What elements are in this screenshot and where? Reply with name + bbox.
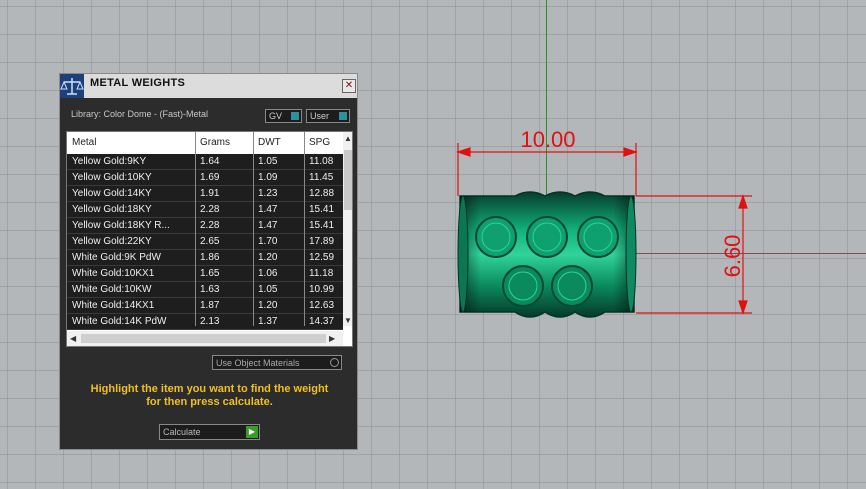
calculate-button[interactable]: Calculate ▶: [159, 424, 260, 440]
cell-spg: 11.45: [309, 172, 334, 183]
user-label: User: [310, 111, 330, 121]
width-dimension-text: 10.00: [520, 127, 575, 152]
cell-dwt: 1.06: [258, 268, 278, 279]
cell-grams: 1.91: [200, 188, 220, 199]
cell-spg: 15.41: [309, 220, 335, 231]
cell-spg: 11.08: [309, 156, 334, 167]
cell-dwt: 1.05: [258, 156, 278, 167]
column-header-spg[interactable]: SPG: [309, 137, 330, 148]
table-header: Metal Grams DWT SPG: [67, 132, 343, 155]
table-row[interactable]: Yellow Gold:18KY R... 2.28 1.47 15.41: [67, 218, 343, 234]
gv-label: GV: [269, 111, 283, 121]
column-header-metal[interactable]: Metal: [72, 137, 96, 148]
vertical-scrollbar[interactable]: ▲ ▼: [343, 132, 352, 326]
table-row[interactable]: Yellow Gold:9KY 1.64 1.05 11.08: [67, 154, 343, 170]
user-toggle[interactable]: User: [306, 109, 350, 123]
table-row[interactable]: White Gold:9K PdW 1.86 1.20 12.59: [67, 250, 343, 266]
metal-weights-panel: METAL WEIGHTS ✕ Library: Color Dome - (F…: [59, 73, 358, 450]
vertical-scroll-thumb[interactable]: [344, 150, 352, 210]
cell-metal: Yellow Gold:9KY: [72, 156, 147, 167]
column-header-dwt[interactable]: DWT: [258, 137, 281, 148]
cell-grams: 1.64: [200, 156, 220, 167]
cell-dwt: 1.20: [258, 300, 278, 311]
table-rows: Yellow Gold:9KY 1.64 1.05 11.08 Yellow Gold:…: [67, 154, 343, 330]
cell-grams: 2.13: [200, 316, 220, 327]
table-row[interactable]: Yellow Gold:14KY 1.91 1.23 12.88: [67, 186, 343, 202]
cell-spg: 17.89: [309, 236, 335, 247]
metal-scale-icon: [60, 74, 84, 98]
table-row[interactable]: White Gold:10KW 1.63 1.05 10.99: [67, 282, 343, 298]
instruction-line-1: Highlight the item you want to find the …: [90, 383, 329, 395]
height-dimension-text: 6.60: [720, 235, 745, 278]
radio-icon[interactable]: [330, 358, 339, 367]
table-row[interactable]: White Gold:14K PdW 2.13 1.37 14.37: [67, 314, 343, 330]
cell-metal: White Gold:14KX1: [72, 300, 155, 311]
cell-metal: Yellow Gold:18KY R...: [72, 220, 170, 231]
cell-metal: White Gold:10KX1: [72, 268, 155, 279]
panel-title: METAL WEIGHTS: [90, 77, 186, 89]
cell-dwt: 1.20: [258, 252, 278, 263]
column-header-grams[interactable]: Grams: [200, 137, 230, 148]
user-toggle-knob: [339, 112, 347, 120]
close-icon[interactable]: ✕: [342, 79, 356, 93]
arrow-left-icon[interactable]: ◀: [70, 334, 76, 343]
column-divider: [195, 132, 196, 326]
cell-metal: White Gold:10KW: [72, 284, 152, 295]
cell-grams: 2.65: [200, 236, 220, 247]
cell-spg: 11.18: [309, 268, 334, 279]
cell-spg: 12.88: [309, 188, 335, 199]
cell-metal: White Gold:9K PdW: [72, 252, 161, 263]
cell-metal: White Gold:14K PdW: [72, 316, 167, 327]
panel-titlebar[interactable]: METAL WEIGHTS ✕: [60, 74, 357, 98]
play-icon[interactable]: ▶: [246, 426, 258, 438]
cell-grams: 2.28: [200, 220, 220, 231]
cell-dwt: 1.47: [258, 204, 278, 215]
cell-dwt: 1.09: [258, 172, 278, 183]
horizontal-scrollbar[interactable]: ◀ ▶: [67, 331, 343, 346]
table-row[interactable]: Yellow Gold:22KY 2.65 1.70 17.89: [67, 234, 343, 250]
cell-grams: 1.69: [200, 172, 220, 183]
cell-spg: 12.59: [309, 252, 335, 263]
metal-table: Metal Grams DWT SPG Yellow Gold:9KY 1.64 1…: [66, 131, 353, 347]
cell-grams: 2.28: [200, 204, 220, 215]
cell-spg: 12.63: [309, 300, 335, 311]
cell-spg: 15.41: [309, 204, 335, 215]
cell-grams: 1.86: [200, 252, 220, 263]
arrow-down-icon[interactable]: ▼: [344, 316, 352, 325]
table-row[interactable]: White Gold:14KX1 1.87 1.20 12.63: [67, 298, 343, 314]
cell-spg: 10.99: [309, 284, 335, 295]
cell-spg: 14.37: [309, 316, 335, 327]
gv-toggle[interactable]: GV: [265, 109, 302, 123]
cell-metal: Yellow Gold:22KY: [72, 236, 152, 247]
cell-dwt: 1.23: [258, 188, 278, 199]
cell-grams: 1.87: [200, 300, 220, 311]
arrow-up-icon[interactable]: ▲: [344, 134, 352, 143]
table-row[interactable]: Yellow Gold:18KY 2.28 1.47 15.41: [67, 202, 343, 218]
gv-toggle-knob: [291, 112, 299, 120]
instruction-line-2: for then press calculate.: [146, 396, 273, 408]
cell-dwt: 1.37: [258, 316, 278, 327]
cell-grams: 1.63: [200, 284, 220, 295]
calculate-label: Calculate: [163, 427, 201, 437]
cell-grams: 1.65: [200, 268, 220, 279]
arrow-right-icon[interactable]: ▶: [329, 334, 335, 343]
instruction-text: Highlight the item you want to find the …: [68, 383, 351, 409]
cell-metal: Yellow Gold:18KY: [72, 204, 152, 215]
column-divider: [304, 132, 305, 326]
cell-metal: Yellow Gold:14KY: [72, 188, 152, 199]
cell-metal: Yellow Gold:10KY: [72, 172, 152, 183]
use-object-materials-label: Use Object Materials: [216, 358, 300, 368]
use-object-materials-option[interactable]: Use Object Materials: [212, 355, 342, 370]
column-divider: [253, 132, 254, 326]
cell-dwt: 1.05: [258, 284, 278, 295]
cell-dwt: 1.70: [258, 236, 278, 247]
horizontal-scroll-thumb[interactable]: [81, 334, 326, 343]
library-label: Library: Color Dome - (Fast)-Metal: [71, 109, 209, 119]
table-row[interactable]: White Gold:10KX1 1.65 1.06 11.18: [67, 266, 343, 282]
cell-dwt: 1.47: [258, 220, 278, 231]
table-row[interactable]: Yellow Gold:10KY 1.69 1.09 11.45: [67, 170, 343, 186]
